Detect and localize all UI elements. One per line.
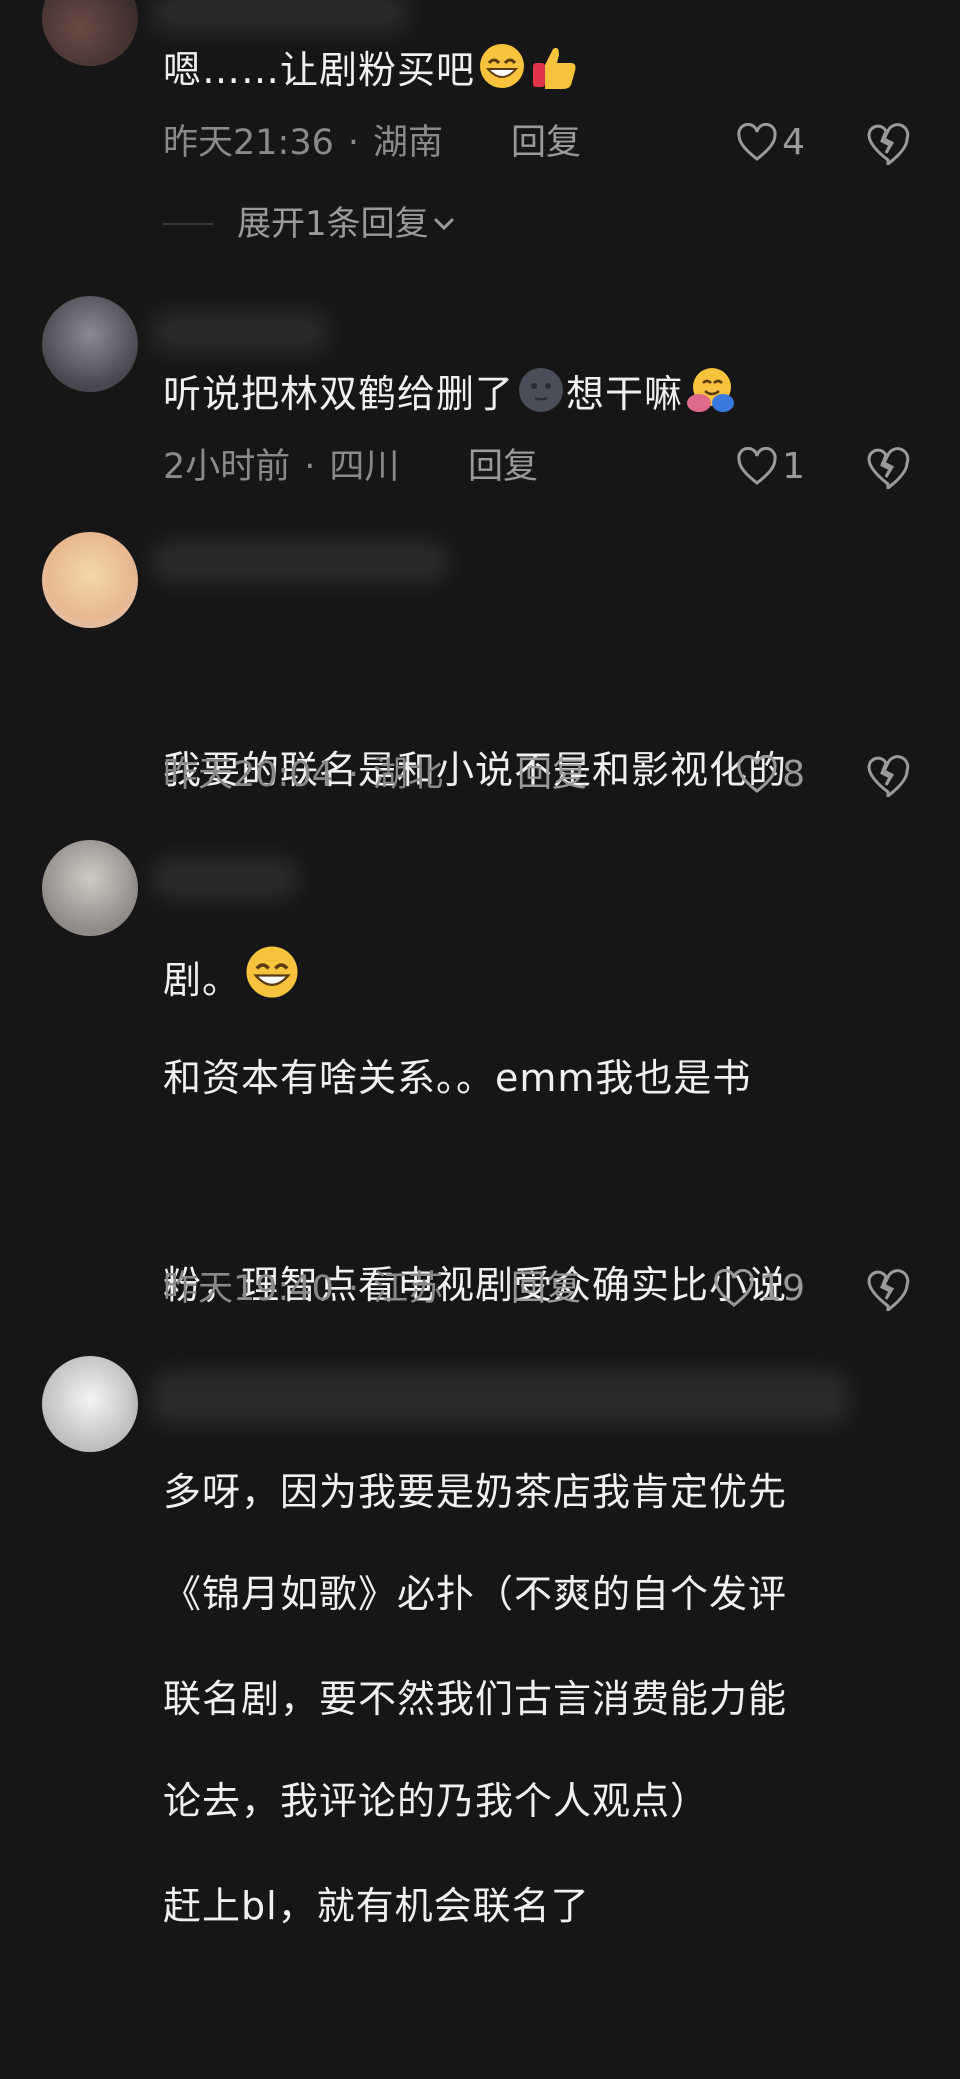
comment-location: 四川: [329, 447, 400, 487]
comment-location: 江苏: [373, 1269, 444, 1309]
username-redacted[interactable]: [150, 540, 450, 584]
like-button[interactable]: 4: [736, 118, 805, 168]
comment-time: 昨天19:40: [163, 1269, 334, 1309]
grinning-emoji: [480, 44, 525, 88]
like-count: 19: [759, 1268, 805, 1309]
expand-replies-label: 展开1条回复: [237, 204, 429, 244]
heart-outline-icon: [737, 447, 777, 485]
broken-heart-icon[interactable]: [866, 1267, 910, 1311]
comment-location: 湖南: [373, 123, 444, 163]
username-redacted[interactable]: [150, 310, 330, 354]
reply-button[interactable]: 回复: [511, 118, 581, 168]
avatar[interactable]: [42, 1356, 138, 1452]
like-button[interactable]: 8: [736, 750, 805, 800]
reply-button[interactable]: 回复: [517, 750, 587, 800]
broken-heart-icon[interactable]: [866, 121, 910, 165]
heart-outline-icon: [714, 1269, 754, 1307]
like-count: 8: [782, 754, 805, 795]
hugging-face-emoji: [687, 368, 735, 412]
comment-meta: 昨天21:36 · 湖南: [163, 123, 444, 163]
heart-outline-icon: [737, 123, 777, 161]
username-redacted[interactable]: [150, 1370, 850, 1426]
avatar[interactable]: [42, 296, 138, 392]
comment-meta: 昨天19:40 · 江苏: [163, 1269, 444, 1309]
comment-text: 《锦月如歌》必扑（不爽的自个发评 论去，我评论的乃我个人观点）: [163, 1572, 788, 1823]
reply-button[interactable]: 回复: [511, 1264, 581, 1314]
comment-meta: 昨天20:04 · 湖北: [163, 755, 444, 795]
username-redacted[interactable]: [150, 0, 410, 34]
like-count: 1: [782, 446, 805, 487]
comment-location: 湖北: [373, 755, 444, 795]
comment-time: 昨天21:36: [163, 123, 334, 163]
comment-time: 昨天20:04: [163, 755, 334, 795]
username-redacted[interactable]: [150, 856, 300, 900]
avatar[interactable]: [42, 0, 138, 66]
thumbs-up-emoji: [533, 47, 576, 89]
broken-heart-icon[interactable]: [866, 445, 910, 489]
expand-replies[interactable]: 展开1条回复: [163, 200, 459, 248]
divider-line: [163, 223, 213, 225]
comment-text: 听说把林双鹤给删了 想干嘛: [163, 360, 903, 429]
reply-button[interactable]: 回复: [468, 442, 538, 492]
comment-time: 2小时前: [163, 447, 291, 487]
heart-outline-icon: [737, 755, 777, 793]
like-button[interactable]: 1: [736, 442, 805, 492]
like-button[interactable]: 19: [713, 1264, 805, 1314]
chevron-down-icon: [433, 217, 454, 231]
like-count: 4: [782, 122, 805, 163]
comment-meta: 2小时前 · 四川: [163, 447, 400, 487]
broken-heart-icon[interactable]: [866, 753, 910, 797]
new-moon-face-emoji: [519, 368, 564, 412]
avatar[interactable]: [42, 840, 138, 936]
avatar[interactable]: [42, 532, 138, 628]
comment-text: 嗯……让剧粉买吧: [163, 36, 903, 105]
